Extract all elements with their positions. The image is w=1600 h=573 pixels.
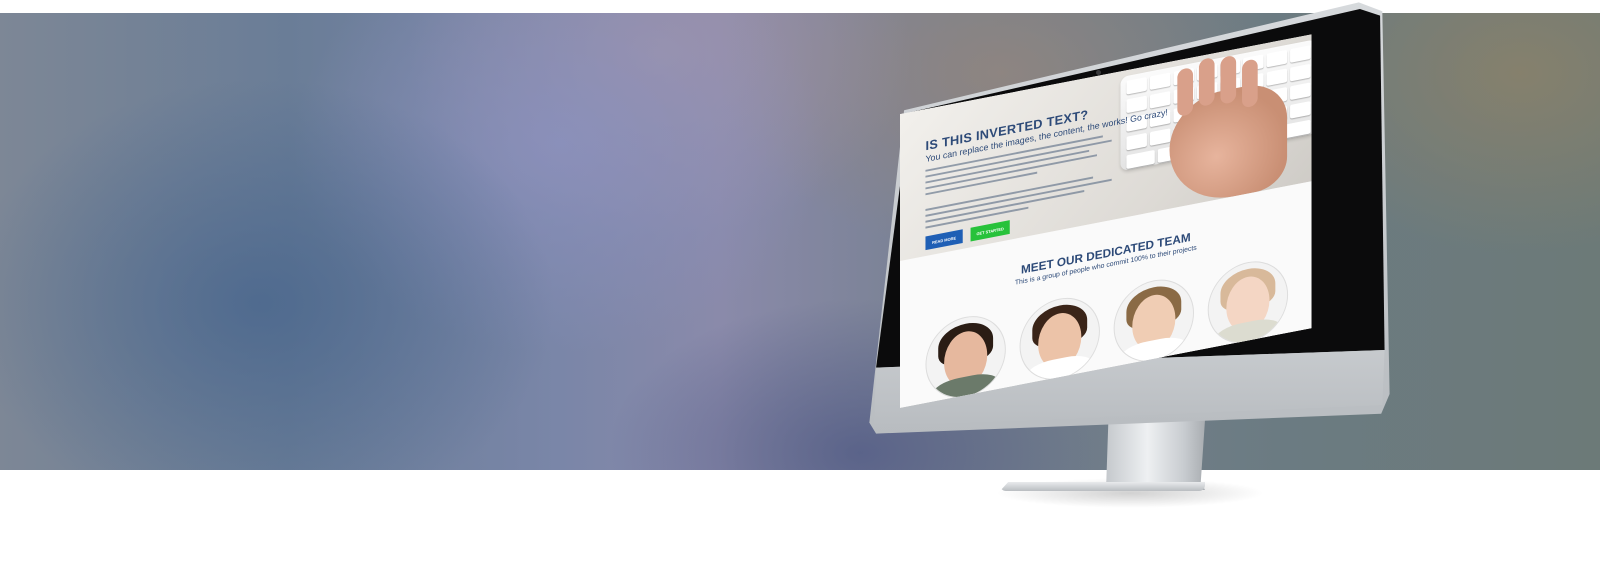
camera-icon	[1096, 70, 1101, 75]
imac-stand-foot	[1000, 482, 1205, 491]
get-started-button[interactable]: GET STARTED	[971, 220, 1010, 241]
imac-mockup: IS THIS INVERTED TEXT? You can replace t…	[0, 0, 1600, 573]
read-more-button[interactable]: READ MORE	[925, 229, 962, 250]
